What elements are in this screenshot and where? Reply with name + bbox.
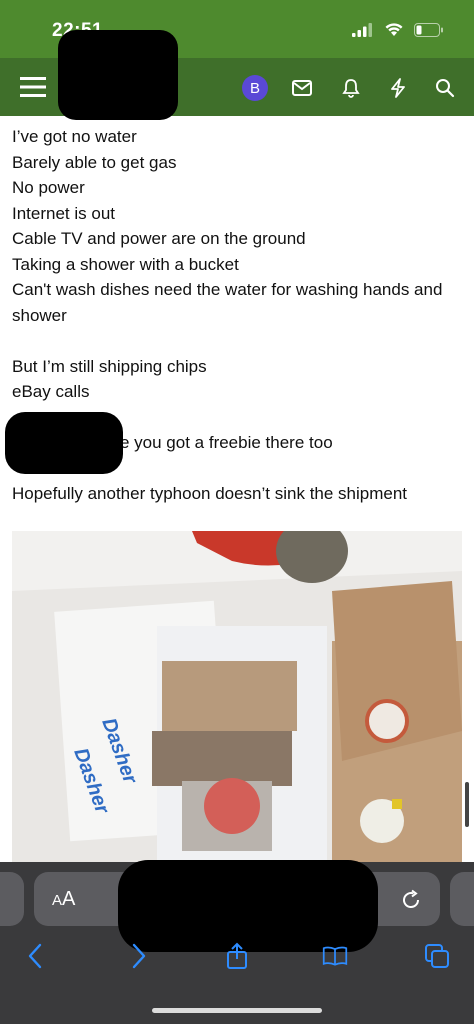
post-line: Internet is out (12, 203, 116, 223)
forward-arrow-icon[interactable] (126, 943, 152, 969)
reload-icon[interactable] (398, 887, 424, 913)
post-line: I’ve got no water (12, 127, 137, 146)
back-arrow-icon[interactable] (22, 943, 48, 969)
wifi-icon (385, 23, 403, 36)
post-photo[interactable]: Dasher Dasher Dasher (12, 531, 462, 863)
status-icons (352, 22, 444, 37)
redacted-mention (5, 412, 123, 474)
share-icon[interactable] (224, 942, 250, 969)
bookmarks-icon[interactable] (322, 943, 348, 969)
post-line: Taking a shower with a bucket (12, 254, 239, 274)
post-line: Hopefully another typhoon doesn’t sink t… (12, 484, 408, 503)
next-tab-pill[interactable] (450, 872, 474, 926)
user-avatar[interactable]: B (242, 75, 268, 101)
search-icon[interactable] (432, 75, 458, 101)
previous-tab-pill[interactable] (0, 872, 24, 926)
bell-icon[interactable] (338, 75, 364, 101)
text-size-button[interactable]: AA (52, 888, 75, 911)
post-line: Barely able to get gas (12, 152, 177, 172)
post-line: Can't wash dishes need the water for was… (12, 280, 443, 325)
battery-icon (414, 22, 443, 37)
post-line: But I’m still shipping chips (12, 356, 207, 376)
cellular-signal-icon (352, 22, 372, 37)
scrollbar[interactable] (465, 782, 469, 827)
home-indicator[interactable] (152, 1008, 322, 1013)
redacted-logo (58, 30, 178, 120)
redacted-url (118, 860, 378, 952)
lightning-icon[interactable] (385, 75, 411, 101)
post-line: eBay calls (12, 382, 90, 401)
post-line: No power (12, 178, 85, 197)
mail-icon[interactable] (289, 75, 315, 101)
post-line: Cable TV and power are on the ground (12, 229, 306, 248)
tabs-icon[interactable] (424, 943, 450, 969)
hamburger-menu-icon[interactable] (20, 74, 46, 100)
